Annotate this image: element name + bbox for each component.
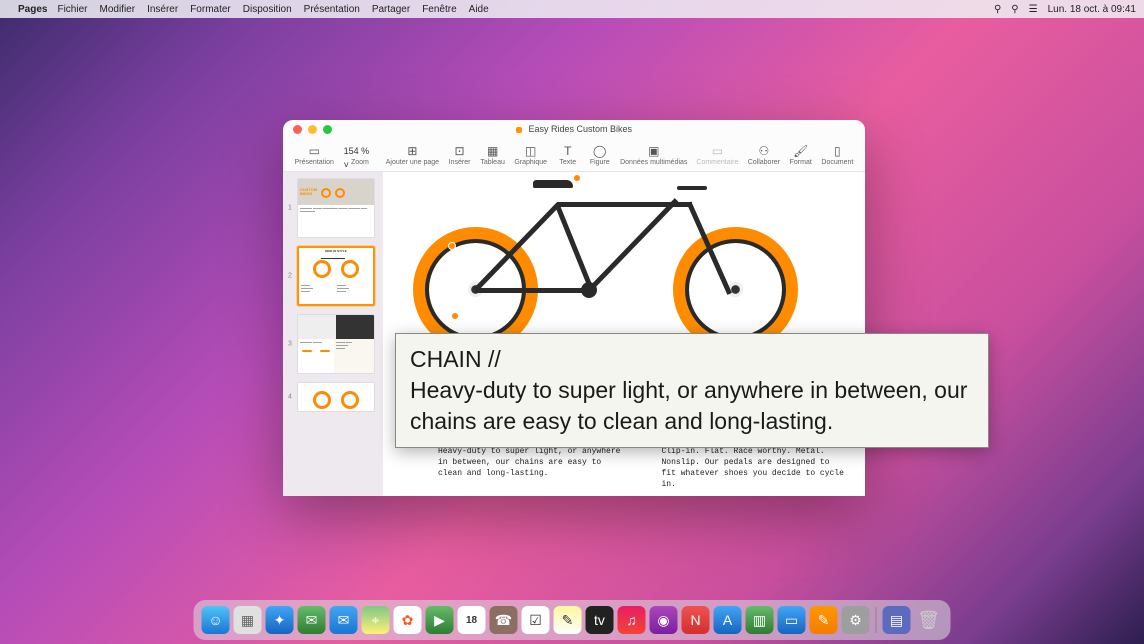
wifi-icon[interactable]: ⚲ (994, 4, 1001, 15)
menu-arrange[interactable]: Disposition (243, 4, 292, 15)
chart-icon: ◫ (525, 144, 536, 158)
menubar: Pages Fichier Modifier Insérer Formater … (0, 0, 1144, 18)
zoom-dropdown[interactable]: 154 % ˅ Zoom (340, 144, 381, 166)
dock-maps[interactable]: ⌖ (362, 606, 390, 634)
dock-notes[interactable]: ✎ (554, 606, 582, 634)
media-button[interactable]: ▣ Données multimédias (617, 144, 691, 166)
callout-dot (451, 312, 459, 320)
dock-trash[interactable]: 🗑 (915, 606, 943, 634)
dock-music[interactable]: ♫ (618, 606, 646, 634)
comment-icon: ▭ (712, 144, 723, 158)
dock-contacts[interactable]: ☎ (490, 606, 518, 634)
collaborate-button[interactable]: ⚇ Collaborer (744, 144, 784, 166)
media-icon: ▣ (648, 144, 659, 158)
menubar-clock[interactable]: Lun. 18 oct. à 09:41 (1048, 4, 1136, 15)
dock-appstore[interactable]: A (714, 606, 742, 634)
menu-window[interactable]: Fenêtre (422, 4, 456, 15)
thumbnail-page-3[interactable]: 3 ▬▬▬▬ ▬▬▬ ▬▬▬ ▬ (289, 314, 377, 374)
document-button[interactable]: ▯ Document (818, 144, 857, 166)
tooltip-line2: Heavy-duty to super light, or anywhere i… (410, 375, 974, 437)
format-button[interactable]: 🖌 Format (786, 144, 816, 166)
dock-numbers[interactable]: ▥ (746, 606, 774, 634)
page-thumbnails[interactable]: 1 CUSTOMBIKES ▬▬▬▬ ▬▬▬ ▬▬▬▬▬ ▬▬▬ ▬▬▬▬ ▬▬… (283, 172, 383, 496)
comment-button[interactable]: ▭ Commentaire (693, 144, 742, 166)
pedals-body: Clip-in. Flat. Race worthy. Metal. Nonsl… (662, 446, 846, 490)
toolbar: ▭ Présentation 154 % ˅ Zoom ⊞ Ajouter un… (283, 138, 865, 172)
spotlight-icon[interactable]: ⚲ (1011, 4, 1018, 15)
dock-news[interactable]: N (682, 606, 710, 634)
thumbnail-page-2[interactable]: 2 RIDE IN STYLE ▬▬▬▬▬▬▬▬▬▬ ▬▬▬▬▬▬▬▬▬▬ (289, 246, 377, 306)
tooltip-line1: CHAIN // (410, 344, 974, 375)
close-button[interactable] (293, 125, 302, 134)
minimize-button[interactable] (308, 125, 317, 134)
document-title-text: Easy Rides Custom Bikes (528, 124, 632, 134)
text-icon: T (564, 144, 571, 158)
dock-photos[interactable]: ✿ (394, 606, 422, 634)
menu-view[interactable]: Présentation (304, 4, 360, 15)
add-page-button[interactable]: ⊞ Ajouter une page (382, 144, 442, 166)
chart-button[interactable]: ◫ Graphique (511, 144, 551, 166)
dock-messages[interactable]: ✉ (298, 606, 326, 634)
menu-share[interactable]: Partager (372, 4, 410, 15)
shape-icon: ◯ (593, 144, 606, 158)
view-icon: ▭ (309, 144, 320, 158)
dock-settings[interactable]: ⚙ (842, 606, 870, 634)
callout-dot (573, 174, 581, 182)
dock-tv[interactable]: tv (586, 606, 614, 634)
dock: ☺ ▦ ✦ ✉ ✉ ⌖ ✿ ▶ 18 ☎ ☑ ✎ tv ♫ ◉ N A ▥ ▭ … (194, 600, 951, 640)
dock-launchpad[interactable]: ▦ (234, 606, 262, 634)
dock-pages[interactable]: ✎ (810, 606, 838, 634)
menu-help[interactable]: Aide (469, 4, 489, 15)
menu-insert[interactable]: Insérer (147, 4, 178, 15)
chain-body: Heavy-duty to super light, or anywhere i… (438, 446, 622, 479)
window-controls (293, 125, 332, 134)
dock-facetime[interactable]: ▶ (426, 606, 454, 634)
format-icon: 🖌 (793, 144, 808, 158)
menu-file[interactable]: Fichier (57, 4, 87, 15)
dock-finder[interactable]: ☺ (202, 606, 230, 634)
menu-format[interactable]: Formater (190, 4, 231, 15)
text-button[interactable]: T Texte (553, 144, 583, 166)
control-center-icon[interactable]: ☰ (1029, 4, 1038, 15)
dock-recent[interactable]: ▤ (883, 606, 911, 634)
dock-calendar[interactable]: 18 (458, 606, 486, 634)
dock-reminders[interactable]: ☑ (522, 606, 550, 634)
titlebar: Easy Rides Custom Bikes (283, 120, 865, 138)
dock-podcasts[interactable]: ◉ (650, 606, 678, 634)
thumbnail-page-1[interactable]: 1 CUSTOMBIKES ▬▬▬▬ ▬▬▬ ▬▬▬▬▬ ▬▬▬ ▬▬▬▬ ▬▬… (289, 178, 377, 238)
shape-button[interactable]: ◯ Figure (585, 144, 615, 166)
dock-keynote[interactable]: ▭ (778, 606, 806, 634)
menu-edit[interactable]: Modifier (99, 4, 135, 15)
table-button[interactable]: ▦ Tableau (477, 144, 509, 166)
app-menu[interactable]: Pages (18, 4, 47, 15)
insert-icon: ⊡ (455, 144, 465, 158)
table-icon: ▦ (487, 144, 498, 158)
dock-separator (876, 607, 877, 633)
document-icon (516, 127, 522, 133)
dock-mail[interactable]: ✉ (330, 606, 358, 634)
hover-text-tooltip: CHAIN // Heavy-duty to super light, or a… (395, 333, 989, 448)
zoom-button[interactable] (323, 125, 332, 134)
thumbnail-page-4[interactable]: 4 (289, 382, 377, 412)
view-button[interactable]: ▭ Présentation (291, 144, 338, 166)
document-title: Easy Rides Custom Bikes (283, 124, 865, 134)
add-page-icon: ⊞ (407, 144, 417, 158)
callout-dot (448, 242, 456, 250)
collaborate-icon: ⚇ (758, 144, 769, 158)
document-icon: ▯ (834, 144, 841, 158)
insert-button[interactable]: ⊡ Insérer (445, 144, 475, 166)
dock-safari[interactable]: ✦ (266, 606, 294, 634)
